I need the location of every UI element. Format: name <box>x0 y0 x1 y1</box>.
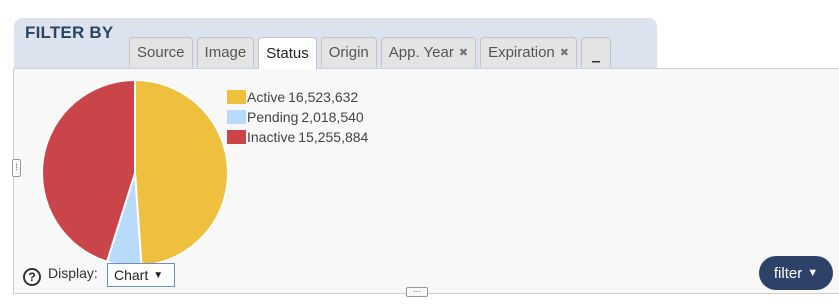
legend-label: Inactive <box>247 129 296 145</box>
legend-value: 2,018,540 <box>301 109 364 125</box>
help-icon[interactable]: ? <box>23 268 41 286</box>
display-select[interactable]: Chart ▼ <box>107 263 175 287</box>
tab-expiration[interactable]: Expiration ✖ <box>480 37 577 67</box>
legend-swatch-inactive <box>227 130 246 144</box>
legend-item-active: Active 16,523,632 <box>227 87 368 107</box>
status-pie-chart <box>41 80 229 267</box>
legend-label: Pending <box>247 109 299 125</box>
funnel-icon: ▼ <box>807 267 819 279</box>
more-tabs-button[interactable]: ▁ <box>580 37 611 67</box>
chevron-down-icon: ▁ <box>592 52 600 63</box>
legend-value: 15,255,884 <box>298 129 369 145</box>
chart-legend: Active 16,523,632 Pending 2,018,540 Inac… <box>227 87 368 147</box>
tab-app-year[interactable]: App. Year ✖ <box>380 37 477 67</box>
tab-origin[interactable]: Origin <box>320 37 377 67</box>
tab-label: Source <box>137 44 185 61</box>
pie-slice-active[interactable] <box>134 80 229 267</box>
tab-label: Image <box>204 44 247 61</box>
legend-value: 16,523,632 <box>288 89 359 105</box>
panel-side-resize-handle[interactable]: ⁞ <box>12 159 21 177</box>
tab-source[interactable]: Source <box>129 37 193 67</box>
tab-label: Expiration <box>488 44 555 61</box>
legend-swatch-active <box>227 90 246 104</box>
caret-down-icon: ▼ <box>153 269 164 281</box>
tab-label: App. Year <box>388 44 454 61</box>
filter-button[interactable]: filter ▼ <box>759 256 833 290</box>
legend-item-inactive: Inactive 15,255,884 <box>227 127 368 147</box>
display-select-value: Chart <box>114 267 149 283</box>
filter-button-label: filter <box>773 264 803 282</box>
panel-bottom-resize-handle[interactable]: ⋯ <box>406 287 428 297</box>
filter-tabs: Source Image Status Origin App. Year ✖ E… <box>129 37 611 69</box>
tab-label: Status <box>266 45 309 62</box>
remove-tab-icon[interactable]: ✖ <box>459 46 468 59</box>
legend-label: Active <box>247 89 286 105</box>
display-label: Display: <box>48 265 98 281</box>
tab-status[interactable]: Status <box>258 37 317 69</box>
tab-label: Origin <box>328 44 369 61</box>
tab-image[interactable]: Image <box>196 37 255 67</box>
legend-item-pending: Pending 2,018,540 <box>227 107 368 127</box>
remove-tab-icon[interactable]: ✖ <box>560 46 569 59</box>
filter-by-title: FILTER BY <box>25 23 114 42</box>
legend-swatch-pending <box>227 110 246 124</box>
